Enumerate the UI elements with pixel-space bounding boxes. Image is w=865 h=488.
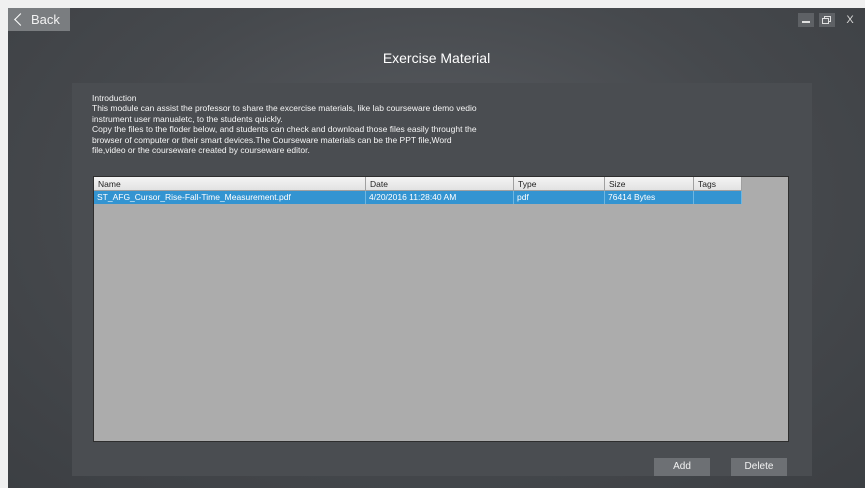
cell-name: ST_AFG_Cursor_Rise-Fall-Time_Measurement…	[94, 191, 366, 204]
column-header-date[interactable]: Date	[366, 177, 514, 191]
close-icon: X	[846, 14, 854, 26]
restore-icon-front	[822, 18, 829, 24]
add-button[interactable]: Add	[654, 458, 710, 476]
app-window: Back X Exercise Material Introduction Th…	[8, 8, 865, 488]
column-header-size[interactable]: Size	[605, 177, 694, 191]
back-label: Back	[31, 12, 60, 27]
introduction-text: Introduction This module can assist the …	[92, 93, 562, 155]
intro-line: instrument user manualetc, to the studen…	[92, 113, 283, 124]
restore-button[interactable]	[819, 13, 835, 27]
content-panel: Introduction This module can assist the …	[72, 83, 812, 476]
file-table[interactable]: Name Date Type Size Tags ST_AFG_Cursor_R…	[93, 176, 789, 442]
minimize-icon	[802, 21, 810, 23]
table-row[interactable]: ST_AFG_Cursor_Rise-Fall-Time_Measurement…	[94, 191, 742, 204]
cell-date: 4/20/2016 11:28:40 AM	[366, 191, 514, 204]
chevron-left-icon	[14, 13, 27, 26]
cell-type: pdf	[514, 191, 605, 204]
column-header-type[interactable]: Type	[514, 177, 605, 191]
minimize-button[interactable]	[798, 13, 814, 27]
delete-button[interactable]: Delete	[731, 458, 787, 476]
column-header-tags[interactable]: Tags	[694, 177, 742, 191]
table-header: Name Date Type Size Tags	[94, 177, 742, 191]
cell-tags	[694, 191, 742, 204]
page-title: Exercise Material	[382, 50, 491, 66]
intro-heading: Introduction	[92, 93, 137, 103]
close-button[interactable]: X	[842, 13, 858, 27]
intro-line: browser of computer or their smart devic…	[92, 134, 452, 145]
intro-line: file,video or the courseware created by …	[92, 145, 310, 156]
cell-size: 76414 Bytes	[605, 191, 694, 204]
intro-line: This module can assist the professor to …	[92, 103, 477, 114]
intro-line: Copy the files to the floder below, and …	[92, 124, 477, 135]
back-button[interactable]: Back	[8, 8, 70, 31]
column-header-name[interactable]: Name	[94, 177, 366, 191]
